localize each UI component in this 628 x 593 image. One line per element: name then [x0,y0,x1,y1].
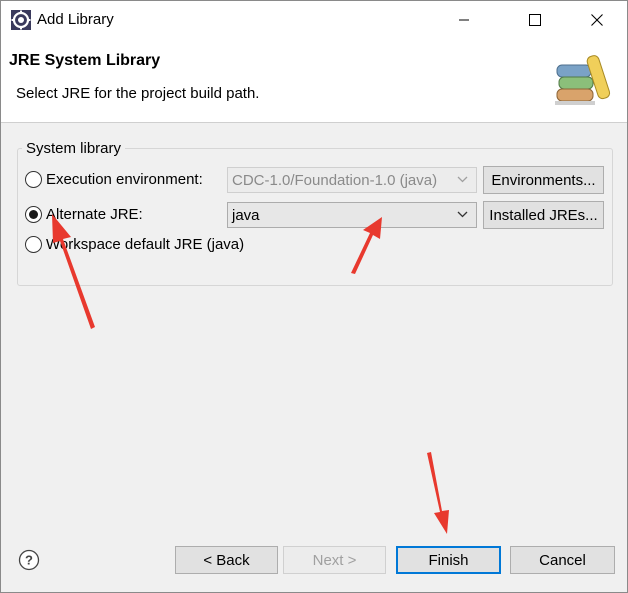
group-legend: System library [22,140,126,157]
page-title: JRE System Library [9,52,161,69]
execution-environment-option[interactable]: Execution environment: [25,171,203,188]
finish-button[interactable]: Finish [396,546,501,574]
system-library-group: System library Execution environment: CD… [17,140,613,286]
workspace-default-radio[interactable] [25,236,42,253]
window-title: Add Library [37,11,114,28]
installed-jres-button[interactable]: Installed JREs... [483,201,604,229]
alternate-jre-combo[interactable]: java [227,202,477,228]
add-library-dialog: Add Library JRE System Library Select JR… [0,0,628,593]
minimize-button[interactable] [441,1,487,39]
chevron-down-icon [457,211,468,218]
execution-environment-value: CDC-1.0/Foundation-1.0 (java) [232,171,438,189]
title-bar: Add Library [1,1,627,39]
execution-environment-label: Execution environment: [46,171,203,188]
environments-button[interactable]: Environments... [483,166,604,194]
workspace-default-label: Workspace default JRE (java) [46,236,245,253]
wizard-content: System library Execution environment: CD… [1,123,627,523]
maximize-icon [529,14,541,26]
alternate-jre-value: java [232,206,260,224]
execution-environment-radio[interactable] [25,171,42,188]
help-icon[interactable]: ? [18,549,40,571]
page-description: Select JRE for the project build path. [16,85,260,102]
close-icon [591,14,603,26]
next-button[interactable]: Next > [283,546,386,574]
alternate-jre-radio[interactable] [25,206,42,223]
chevron-down-icon [457,176,468,183]
alternate-jre-option[interactable]: Alternate JRE: [25,206,143,223]
maximize-button[interactable] [512,1,558,39]
workspace-default-option[interactable]: Workspace default JRE (java) [25,236,244,253]
alternate-jre-label: Alternate JRE: [46,206,143,223]
back-button[interactable]: < Back [175,546,278,574]
execution-environment-combo: CDC-1.0/Foundation-1.0 (java) [227,167,477,193]
cancel-button[interactable]: Cancel [510,546,615,574]
minimize-icon [459,19,469,21]
close-button[interactable] [574,1,620,39]
library-books-icon [555,55,611,105]
svg-text:?: ? [25,553,33,568]
wizard-header: JRE System Library Select JRE for the pr… [1,39,627,123]
eclipse-gear-icon [11,10,31,30]
